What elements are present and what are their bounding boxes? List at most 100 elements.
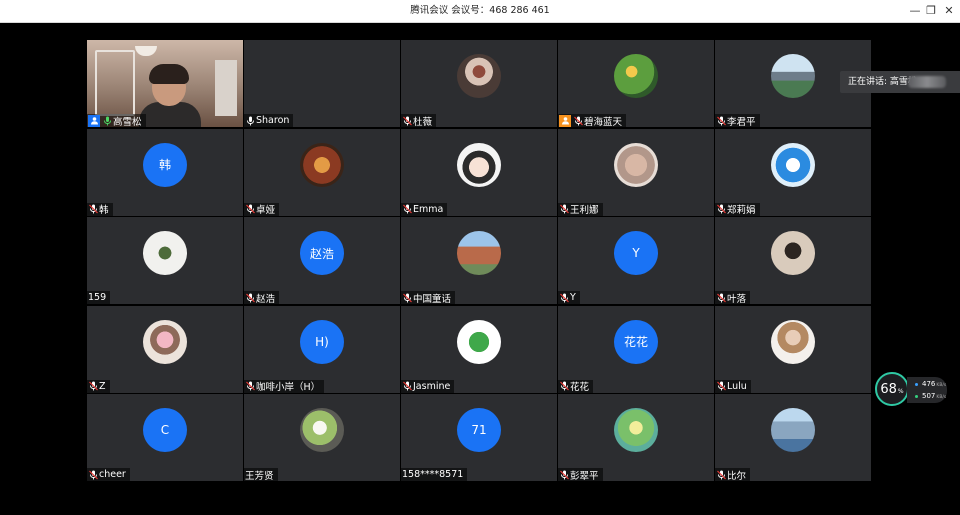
participant-name: 韩 [99, 205, 109, 216]
participant-tile[interactable]: 花花 花花 [558, 305, 714, 393]
meeting-stage: 高雪松 Sharon 杜薇 碧海蓝天 李君平韩韩卓娅 Emma 王利娜 郑莉娟 159 赵浩 赵浩中… [0, 23, 960, 515]
participant-name-bar: 郑莉娟 [715, 202, 760, 216]
mic-muted-icon [402, 204, 412, 215]
mic-muted-icon [402, 292, 412, 303]
close-button[interactable]: ✕ [938, 0, 960, 22]
photo-orchid-icon [143, 231, 187, 275]
participant-grid: 高雪松 Sharon 杜薇 碧海蓝天 李君平韩韩卓娅 Emma 王利娜 郑莉娟 159 赵浩 赵浩中… [87, 40, 871, 482]
participant-name: 高雪松 [113, 116, 142, 128]
participant-name: 赵浩 [256, 293, 276, 305]
photo-figure-icon [457, 54, 501, 98]
speaking-notification: 正在讲话: 高雪松 [840, 71, 960, 93]
participant-tile[interactable]: 彭翠平 [558, 394, 714, 481]
participant-tile[interactable]: Sharon [244, 40, 400, 127]
participant-tile[interactable]: 王利娜 [558, 128, 714, 216]
participant-name-bar: 碧海蓝天 [558, 114, 627, 128]
participant-tile[interactable]: Emma [401, 128, 557, 216]
photo-kids-icon [614, 54, 658, 98]
download-rate: 507KB/s [915, 391, 947, 403]
mic-muted-icon [245, 381, 255, 392]
participant-tile[interactable]: Jasmine [401, 305, 557, 393]
participant-tile[interactable]: 叶落 [715, 217, 871, 304]
mic-on-icon [245, 115, 255, 126]
mic-muted-icon [716, 115, 726, 126]
avatar-initials: H) [300, 319, 344, 364]
participant-name: 王利娜 [570, 205, 599, 216]
participant-name-bar: 王利娜 [558, 202, 603, 216]
participant-name: Sharon [256, 115, 290, 126]
participant-tile[interactable]: 卓娅 [244, 128, 400, 216]
participant-tile[interactable]: 韩韩 [87, 128, 243, 216]
mic-muted-icon [573, 115, 583, 126]
participant-tile[interactable]: 比尔 [715, 394, 871, 481]
participant-tile[interactable]: Lulu [715, 305, 871, 393]
network-score: 68% [875, 372, 909, 406]
participant-name-bar: 叶落 [715, 291, 751, 305]
photo-skyline-icon [771, 408, 815, 452]
blurred-name [908, 76, 946, 88]
participant-name: 咖啡小岸（H） [256, 382, 321, 393]
photo-garden-icon [614, 408, 658, 452]
participant-name-bar: 赵浩 [244, 291, 280, 305]
participant-tile[interactable]: 159 [87, 217, 243, 304]
participant-name: 158****8571 [402, 469, 464, 480]
title-bar: 腾讯会议 会议号：468 286 461 — ❐ ✕ [0, 0, 960, 23]
photo-shop-icon [300, 142, 344, 187]
participant-tile[interactable]: H) 咖啡小岸（H） [244, 305, 400, 393]
participant-name: 叶落 [727, 293, 747, 305]
participant-name-bar: Lulu [715, 379, 751, 393]
participant-tile[interactable]: Z [87, 305, 243, 393]
participant-name: 比尔 [727, 470, 747, 482]
mic-muted-icon [245, 204, 255, 215]
participant-tile[interactable]: 王芳贤 [244, 394, 400, 481]
participant-name: cheer [99, 469, 126, 480]
participant-name-bar: Y [558, 291, 580, 304]
avatar-initials: 71 [457, 408, 501, 452]
participant-name-bar: 李君平 [715, 114, 760, 127]
network-status[interactable]: 68% 476KB/s 507KB/s [875, 372, 950, 408]
participant-tile[interactable]: 高雪松 [87, 40, 243, 127]
participant-name-bar: Emma [401, 202, 448, 216]
participant-name: 159 [88, 292, 107, 303]
avatar-initials: Y [614, 231, 658, 275]
upload-unit: KB/s [936, 383, 947, 388]
photo-portrait-icon [771, 231, 815, 275]
mic-muted-icon [88, 469, 98, 480]
avatar-initials: C [143, 408, 187, 452]
photo-flowers-icon [143, 319, 187, 364]
mic-muted-icon [559, 469, 569, 480]
participant-name: Y [570, 292, 576, 303]
participant-tile[interactable]: 71 158****8571 [401, 394, 557, 481]
participant-tile[interactable]: Ccheer [87, 394, 243, 481]
avatar-initials: 赵浩 [300, 231, 344, 275]
participant-name-bar: 卓娅 [244, 202, 280, 216]
participant-name: 花花 [570, 382, 590, 393]
mic-muted-icon [402, 115, 412, 126]
participant-tile[interactable]: YY [558, 217, 714, 304]
participant-name: Lulu [727, 380, 747, 392]
download-value: 507 [922, 392, 936, 400]
speaking-notification-text: 正在讲话: 高雪松 [848, 77, 917, 87]
participant-name-bar: Jasmine [401, 379, 455, 393]
participant-tile[interactable]: 郑莉娟 [715, 128, 871, 216]
participant-tile[interactable]: 杜薇 [401, 40, 557, 127]
participant-tile[interactable]: 赵浩 赵浩 [244, 217, 400, 304]
mic-muted-icon [559, 292, 569, 303]
photo-doraemon-icon [771, 142, 815, 187]
participant-name: 碧海蓝天 [584, 116, 623, 128]
participant-name-bar: 比尔 [715, 468, 751, 482]
participant-name-bar: 杜薇 [401, 114, 437, 127]
participant-tile[interactable]: 碧海蓝天 [558, 40, 714, 127]
participant-tile[interactable]: 中国童话 [401, 217, 557, 304]
participant-name-bar: 花花 [558, 379, 594, 393]
participant-name-bar: 彭翠平 [558, 468, 603, 481]
mic-muted-icon [402, 381, 412, 392]
upload-dot-icon [915, 382, 918, 386]
mic-muted-icon [716, 204, 726, 215]
host-badge-icon [88, 114, 100, 127]
photo-landscape-icon [771, 54, 815, 98]
network-rates: 476KB/s 507KB/s [907, 377, 947, 403]
upload-rate: 476KB/s [915, 379, 947, 391]
participant-name: 中国童话 [413, 293, 452, 305]
photo-hands-icon [614, 142, 658, 187]
